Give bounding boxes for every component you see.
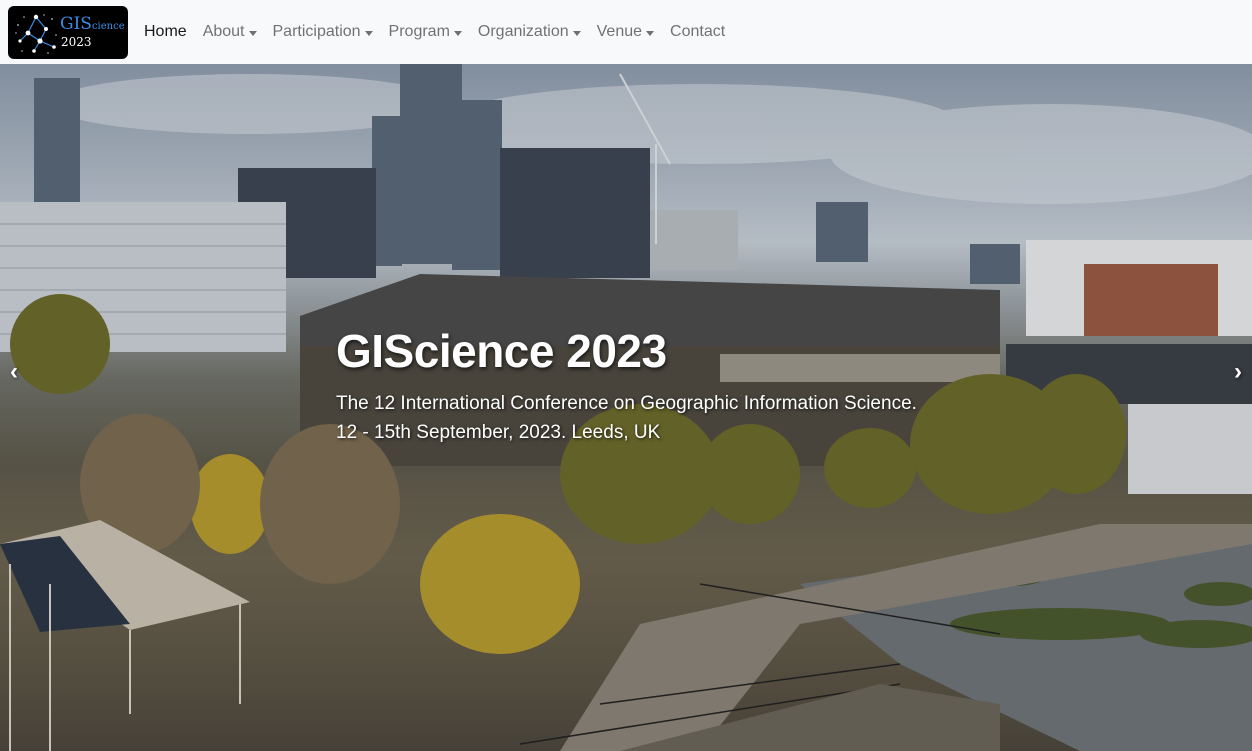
- nav-about-label: About: [202, 23, 245, 40]
- caret-down-icon: [453, 30, 462, 36]
- nav-participation-label: Participation: [272, 23, 361, 40]
- nav-organization-label: Organization: [477, 23, 569, 40]
- nav-about[interactable]: About: [195, 12, 265, 52]
- chevron-left-icon: ‹: [10, 358, 18, 385]
- hero-subtitle: The 12 International Conference on Geogr…: [336, 392, 917, 414]
- nav-home-label: Home: [144, 23, 187, 40]
- caret-down-icon: [248, 30, 257, 36]
- hero-dates: 12 - 15th September, 2023. Leeds, UK: [336, 421, 661, 443]
- nav-program[interactable]: Program: [381, 12, 470, 52]
- nav-organization[interactable]: Organization: [470, 12, 589, 52]
- navbar: GIScience 2023 Home About Participation …: [0, 0, 1252, 64]
- nav-contact[interactable]: Contact: [662, 12, 733, 52]
- caret-down-icon: [572, 30, 581, 36]
- caret-down-icon: [364, 30, 373, 36]
- carousel-prev-button[interactable]: ‹: [10, 360, 18, 384]
- nav-program-label: Program: [388, 23, 450, 40]
- hero-caption: GIScience 2023 The 12 International Conf…: [336, 326, 917, 447]
- nav-home[interactable]: Home: [136, 12, 195, 52]
- carousel-next-button[interactable]: ›: [1234, 360, 1242, 384]
- hero-carousel: ‹ › GIScience 2023 The 12 International …: [0, 64, 1252, 751]
- network-graph-icon: [15, 13, 57, 54]
- logo-title: GIScience: [60, 13, 125, 34]
- nav-contact-label: Contact: [670, 23, 726, 40]
- nav-venue[interactable]: Venue: [589, 12, 662, 52]
- hero-title: GIScience 2023: [336, 325, 667, 377]
- site-logo[interactable]: GIScience 2023: [8, 5, 128, 59]
- caret-down-icon: [646, 30, 655, 36]
- main-nav: Home About Participation Program Organiz…: [136, 12, 733, 52]
- logo-year: 2023: [61, 34, 92, 49]
- nav-participation[interactable]: Participation: [265, 12, 381, 52]
- chevron-right-icon: ›: [1234, 358, 1242, 385]
- nav-venue-label: Venue: [596, 23, 643, 40]
